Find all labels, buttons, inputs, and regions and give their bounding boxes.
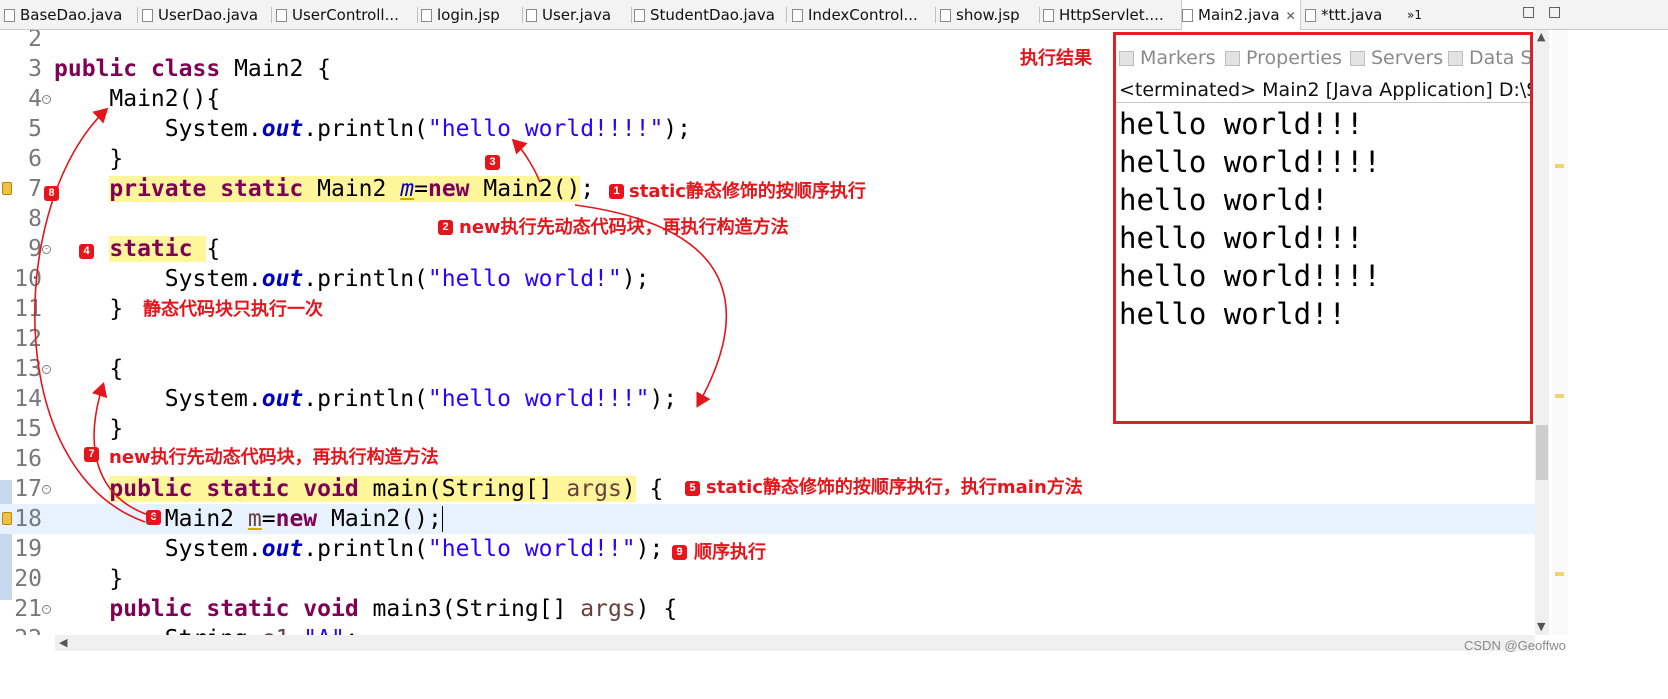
tab-overflow-button[interactable]: »1 xyxy=(1407,0,1437,29)
fold-icon[interactable]: - xyxy=(42,95,51,104)
java-file-icon xyxy=(526,9,537,22)
tab-data-source[interactable]: Data So xyxy=(1448,47,1530,69)
close-tab-icon[interactable]: ✕ xyxy=(1286,9,1296,23)
markers-icon xyxy=(1119,51,1134,66)
annotation-2: new执行先动态代码块，再执行构造方法 xyxy=(459,217,789,238)
console-view: Markers Properties Servers Data So <term… xyxy=(1113,32,1533,424)
console-output-line: hello world!! xyxy=(1119,297,1346,331)
code-line: 21 - public static void main3(String[] a… xyxy=(14,596,678,622)
scroll-left-icon[interactable]: ◀ xyxy=(59,636,67,649)
tab-ttt-java[interactable]: *ttt.java xyxy=(1305,0,1405,29)
java-file-icon xyxy=(792,9,803,22)
data-source-icon xyxy=(1448,51,1463,66)
tab-properties[interactable]: Properties xyxy=(1225,47,1342,69)
annotation-static-once: 静态代码块只执行一次 xyxy=(143,299,323,320)
console-output-line: hello world!!! xyxy=(1119,107,1364,141)
code-line: 22 String s1="A"; xyxy=(0,624,1550,635)
tab-user-java[interactable]: User.java xyxy=(526,0,630,29)
annotation-badge: 3 xyxy=(485,155,500,170)
console-output-line: hello world! xyxy=(1119,183,1329,217)
minimize-icon[interactable]: □ xyxy=(1522,4,1535,20)
console-status: <terminated> Main2 [Java Application] D:… xyxy=(1119,79,1530,101)
tab-userdao[interactable]: UserDao.java xyxy=(142,0,268,29)
servers-icon xyxy=(1350,51,1365,66)
editor-tab-bar: BaseDao.java UserDao.java UserControll..… xyxy=(0,0,1668,30)
tab-login-jsp[interactable]: login.jsp xyxy=(421,0,521,29)
overview-marker[interactable] xyxy=(1555,572,1564,576)
java-file-icon xyxy=(634,9,645,22)
java-file-icon xyxy=(1305,9,1316,22)
overview-ruler[interactable] xyxy=(1552,30,1568,635)
console-output-line: hello world!!!! xyxy=(1119,145,1381,179)
tab-markers[interactable]: Markers xyxy=(1119,47,1216,69)
code-line: 20 } xyxy=(14,566,124,592)
overview-marker[interactable] xyxy=(1555,164,1564,168)
annotation-badge: 4 xyxy=(79,244,94,259)
annotation-badge: 1 xyxy=(609,184,624,199)
scroll-up-icon[interactable]: ▲ xyxy=(1537,30,1545,43)
result-label: 执行结果 xyxy=(1020,48,1092,69)
tab-show-jsp[interactable]: show.jsp xyxy=(940,0,1038,29)
fold-icon[interactable]: - xyxy=(42,605,51,614)
scroll-down-icon[interactable]: ▼ xyxy=(1537,620,1545,633)
overview-marker[interactable] xyxy=(1555,394,1564,398)
java-file-icon xyxy=(276,9,287,22)
jsp-file-icon xyxy=(940,9,951,22)
fold-icon[interactable]: - xyxy=(42,365,51,374)
fold-icon[interactable]: - xyxy=(42,245,51,254)
tab-usercontroller[interactable]: UserControll... xyxy=(276,0,414,29)
console-output-line: hello world!!!! xyxy=(1119,259,1381,293)
tab-basedao[interactable]: BaseDao.java xyxy=(4,0,134,29)
annotation-7: new执行先动态代码块，再执行构造方法 xyxy=(109,447,439,468)
tab-studentdao[interactable]: StudentDao.java xyxy=(634,0,784,29)
class-file-icon xyxy=(1043,9,1054,22)
java-file-icon xyxy=(1182,9,1193,22)
tab-servers[interactable]: Servers xyxy=(1350,47,1443,69)
vertical-scrollbar[interactable]: ▲ ▼ xyxy=(1535,30,1549,635)
annotation-badge: 5 xyxy=(685,481,700,496)
annotation-badge: 7 xyxy=(84,447,99,462)
console-output-line: hello world!!! xyxy=(1119,221,1364,255)
jsp-file-icon xyxy=(421,9,432,22)
annotation-1: static静态修饰的按顺序执行 xyxy=(629,181,866,202)
maximize-icon[interactable]: □ xyxy=(1548,4,1561,20)
tab-indexcontroller[interactable]: IndexControl... xyxy=(792,0,932,29)
tab-httpservlet[interactable]: HttpServlet.... xyxy=(1043,0,1179,29)
code-line-current: 18 Main2 m=new Main2(); xyxy=(0,504,1550,534)
tab-main2-java[interactable]: Main2.java ✕ xyxy=(1181,0,1301,30)
annotation-badge: 2 xyxy=(438,220,453,235)
annotation-badge: 8 xyxy=(44,186,59,201)
properties-icon xyxy=(1225,51,1240,66)
fold-icon[interactable]: - xyxy=(42,485,51,494)
annotation-badge: 9 xyxy=(672,545,687,560)
java-file-icon xyxy=(4,9,15,22)
annotation-9: 顺序执行 xyxy=(694,542,766,563)
watermark: CSDN @Geoffwo xyxy=(1464,638,1566,653)
horizontal-scrollbar[interactable]: ◀ xyxy=(55,635,1535,651)
scrollbar-thumb[interactable] xyxy=(1536,425,1548,480)
java-file-icon xyxy=(142,9,153,22)
annotation-badge: 6 xyxy=(146,510,161,525)
code-line: 19 System.out.println("hello world!!"); xyxy=(14,536,664,562)
annotation-5: static静态修饰的按顺序执行，执行main方法 xyxy=(706,477,1083,498)
console-tab-bar: Markers Properties Servers Data So xyxy=(1116,35,1530,75)
